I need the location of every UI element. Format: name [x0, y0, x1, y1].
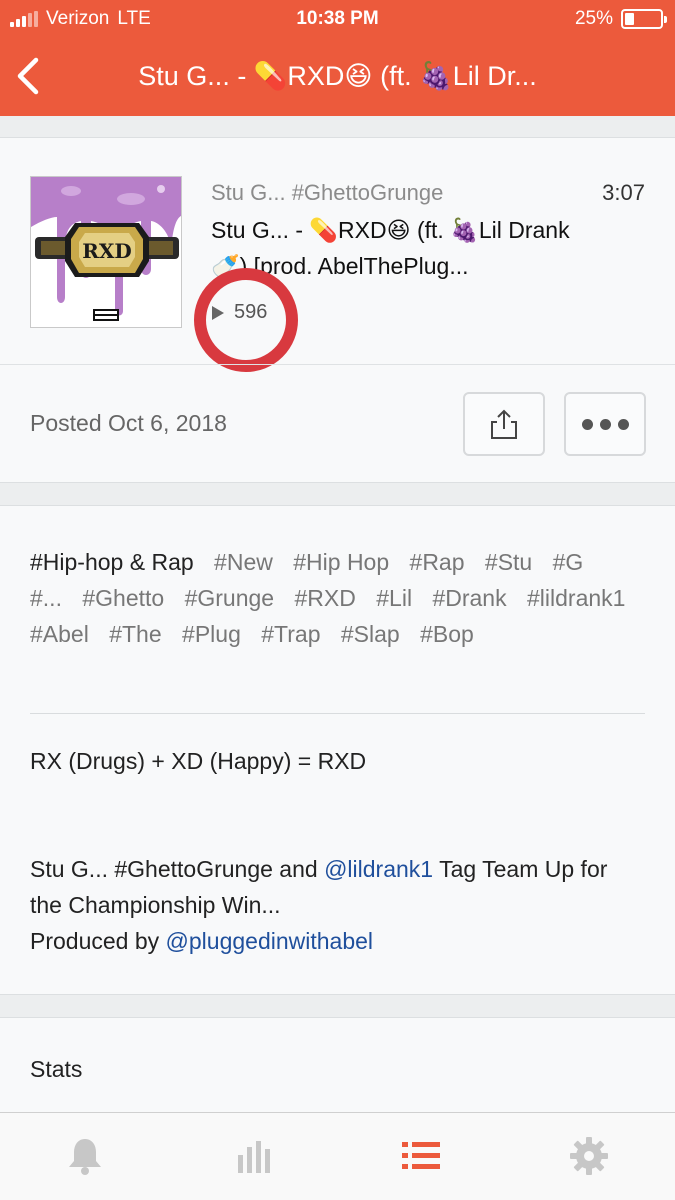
mention-link[interactable]: @pluggedinwithabel — [166, 928, 374, 954]
highlight-circle-annotation — [194, 268, 298, 372]
chevron-left-icon — [17, 57, 39, 95]
battery-percent: 25% — [574, 8, 613, 29]
tag[interactable]: #G — [553, 549, 584, 575]
artwork-image: RXD — [31, 177, 181, 327]
track-artist[interactable]: Stu G... #GhettoGrunge — [211, 180, 443, 206]
bar-chart-icon — [238, 1141, 270, 1173]
gear-icon — [570, 1137, 608, 1175]
tag[interactable]: #Grunge — [185, 585, 275, 611]
tag[interactable]: #Plug — [182, 621, 241, 647]
genre-tag[interactable]: #Hip-hop & Rap — [30, 549, 194, 575]
more-dot-icon — [617, 418, 629, 430]
tag-list: #Hip-hop & Rap #New #Hip Hop #Rap #Stu #… — [30, 544, 640, 652]
produced-by-label: Produced by — [30, 928, 166, 954]
tag[interactable]: #Ghetto — [82, 585, 164, 611]
description-body: Stu G... #GhettoGrunge and @lildrank1 Ta… — [30, 851, 640, 959]
tag[interactable]: #Rap — [410, 549, 465, 575]
posted-date-value: Oct 6, 2018 — [108, 410, 227, 436]
tag[interactable]: #Drank — [432, 585, 506, 611]
more-options-button[interactable] — [564, 392, 646, 456]
mention-link[interactable]: @lildrank1 — [324, 856, 433, 882]
share-button[interactable] — [463, 392, 545, 456]
more-dot-icon — [599, 418, 611, 430]
nav-bar: Stu G... - 💊RXD😆 (ft. 🍇Lil Dr... — [0, 38, 675, 116]
list-icon — [402, 1142, 440, 1169]
tab-notifications[interactable] — [60, 1133, 110, 1179]
tag[interactable]: #Lil — [376, 585, 412, 611]
share-icon — [491, 409, 517, 439]
posted-label: Posted — [30, 410, 102, 436]
tag[interactable]: #lildrank1 — [527, 585, 625, 611]
tab-bar — [0, 1112, 675, 1200]
tag[interactable]: #Slap — [341, 621, 400, 647]
tag[interactable]: #Hip Hop — [293, 549, 389, 575]
tab-stream[interactable] — [230, 1133, 280, 1179]
tag[interactable]: #... — [30, 585, 62, 611]
back-button[interactable] — [10, 54, 50, 98]
battery-icon — [621, 9, 667, 29]
description-card: #Hip-hop & Rap #New #Hip Hop #Rap #Stu #… — [0, 505, 675, 995]
bell-icon — [69, 1139, 101, 1175]
nav-title: Stu G... - 💊RXD😆 (ft. 🍇Lil Dr... — [138, 61, 537, 91]
more-dot-icon — [581, 418, 593, 430]
track-duration: 3:07 — [602, 180, 645, 205]
stats-label: Stats — [30, 1056, 83, 1082]
tag[interactable]: #RXD — [295, 585, 356, 611]
tab-tracks[interactable] — [396, 1133, 446, 1179]
status-bar: Verizon LTE 10:38 PM 25% — [0, 0, 675, 38]
status-time: 10:38 PM — [296, 8, 379, 29]
posted-date: Posted Oct 6, 2018 — [30, 410, 227, 437]
tag[interactable]: #Abel — [30, 621, 89, 647]
tag[interactable]: #Trap — [261, 621, 320, 647]
track-artwork[interactable]: RXD — [30, 176, 182, 328]
tag[interactable]: #The — [109, 621, 161, 647]
tag[interactable]: #New — [214, 549, 273, 575]
divider — [30, 713, 645, 714]
status-right: 25% — [574, 8, 667, 30]
description-text: Stu G... #GhettoGrunge and — [30, 856, 325, 882]
track-card: RXD Stu G... #GhettoGrunge 3:07 Stu G...… — [0, 137, 675, 483]
tag[interactable]: #Stu — [485, 549, 532, 575]
divider — [0, 364, 675, 365]
stats-card[interactable]: Stats — [0, 1017, 675, 1113]
tag[interactable]: #Bop — [420, 621, 474, 647]
tab-settings[interactable] — [564, 1133, 614, 1179]
description-formula: RX (Drugs) + XD (Happy) = RXD — [30, 748, 367, 774]
artwork-text: RXD — [82, 239, 131, 263]
